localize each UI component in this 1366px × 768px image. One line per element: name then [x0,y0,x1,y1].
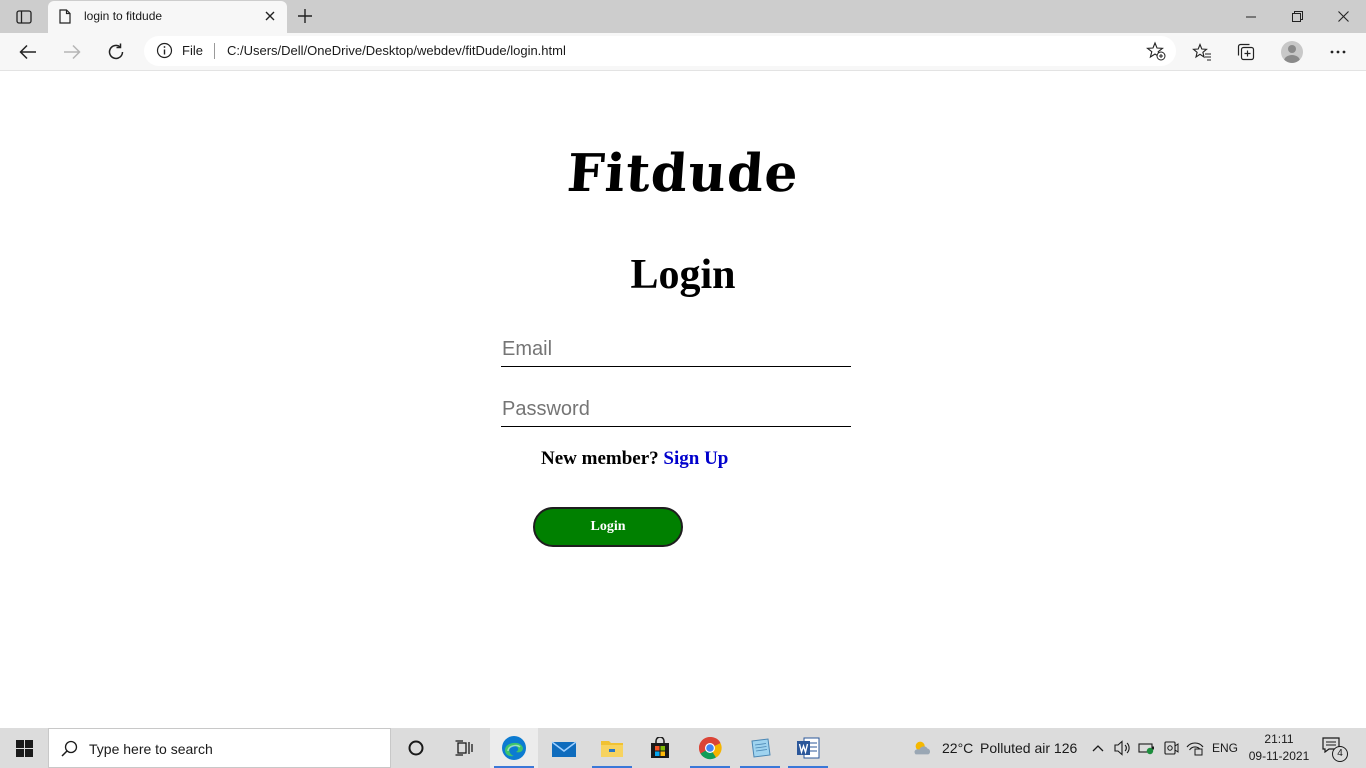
restore-icon[interactable] [1274,0,1320,33]
notification-count: 4 [1332,746,1348,762]
battery-icon[interactable] [1137,738,1157,758]
clock-time: 21:11 [1264,732,1294,746]
search-icon [61,740,78,762]
new-tab-icon[interactable] [293,5,317,27]
info-icon[interactable] [156,42,173,64]
login-button[interactable]: Login [533,507,683,547]
collections-icon[interactable] [1230,36,1262,68]
brand-logo: Fitdude [565,143,801,204]
signup-prompt: New member? Sign Up [541,448,728,470]
notification-center-icon[interactable]: 4 [1318,736,1350,762]
address-url[interactable]: C:/Users/Dell/OneDrive/Desktop/webdev/fi… [227,43,566,58]
close-window-icon[interactable] [1320,0,1366,33]
more-options-icon[interactable] [1322,36,1354,68]
email-field[interactable] [501,333,851,367]
network-icon[interactable] [1185,738,1205,758]
favorites-icon[interactable] [1186,36,1218,68]
signup-link[interactable]: Sign Up [663,448,728,469]
add-favorite-icon[interactable] [1146,41,1166,66]
file-explorer-icon[interactable] [588,728,636,768]
mail-app-icon[interactable] [540,728,588,768]
chevron-up-icon[interactable] [1088,738,1108,758]
refresh-icon[interactable] [100,36,132,68]
edge-app-icon[interactable] [490,728,538,768]
address-divider [214,43,215,59]
search-placeholder: Type here to search [89,741,213,757]
page-icon [59,9,71,29]
cortana-icon[interactable] [392,728,440,768]
browser-toolbar: File C:/Users/Dell/OneDrive/Desktop/webd… [0,33,1366,71]
clock-date: 09-11-2021 [1248,749,1310,763]
weather-icon[interactable] [912,738,932,758]
password-field[interactable] [501,393,851,427]
air-quality[interactable]: Polluted air 126 [980,740,1077,756]
page-content: Fitdude Login New member? Sign Up Login [0,71,1366,728]
tab-title: login to fitdude [84,9,163,23]
word-app-icon[interactable] [784,728,832,768]
meet-now-icon[interactable] [1161,738,1181,758]
member-prompt-text: New member? [541,448,659,469]
page-title: Login [630,252,736,298]
language-indicator[interactable]: ENG [1212,741,1238,755]
windows-start-icon[interactable] [0,728,48,768]
minimize-icon[interactable] [1228,0,1274,33]
profile-avatar[interactable] [1276,36,1308,68]
taskbar-search[interactable]: Type here to search [48,728,391,768]
close-tab-icon[interactable] [261,7,279,25]
temperature[interactable]: 22°C [942,740,973,756]
address-scheme: File [182,43,203,58]
volume-icon[interactable] [1112,738,1132,758]
task-view-icon[interactable] [440,728,488,768]
taskbar: Type here to search 22°C Polluted air 12… [0,728,1366,768]
back-arrow-icon[interactable] [12,36,44,68]
avatar [1281,41,1303,63]
address-bar[interactable]: File C:/Users/Dell/OneDrive/Desktop/webd… [144,36,1176,66]
forward-arrow-icon[interactable] [56,36,88,68]
tab-bar: login to fitdude [0,0,1366,33]
notepad-app-icon[interactable] [736,728,784,768]
tab-actions-icon[interactable] [8,6,40,28]
browser-tab[interactable]: login to fitdude [48,1,287,33]
chrome-app-icon[interactable] [686,728,734,768]
clock[interactable]: 21:11 09-11-2021 [1243,731,1315,765]
store-app-icon[interactable] [636,728,684,768]
